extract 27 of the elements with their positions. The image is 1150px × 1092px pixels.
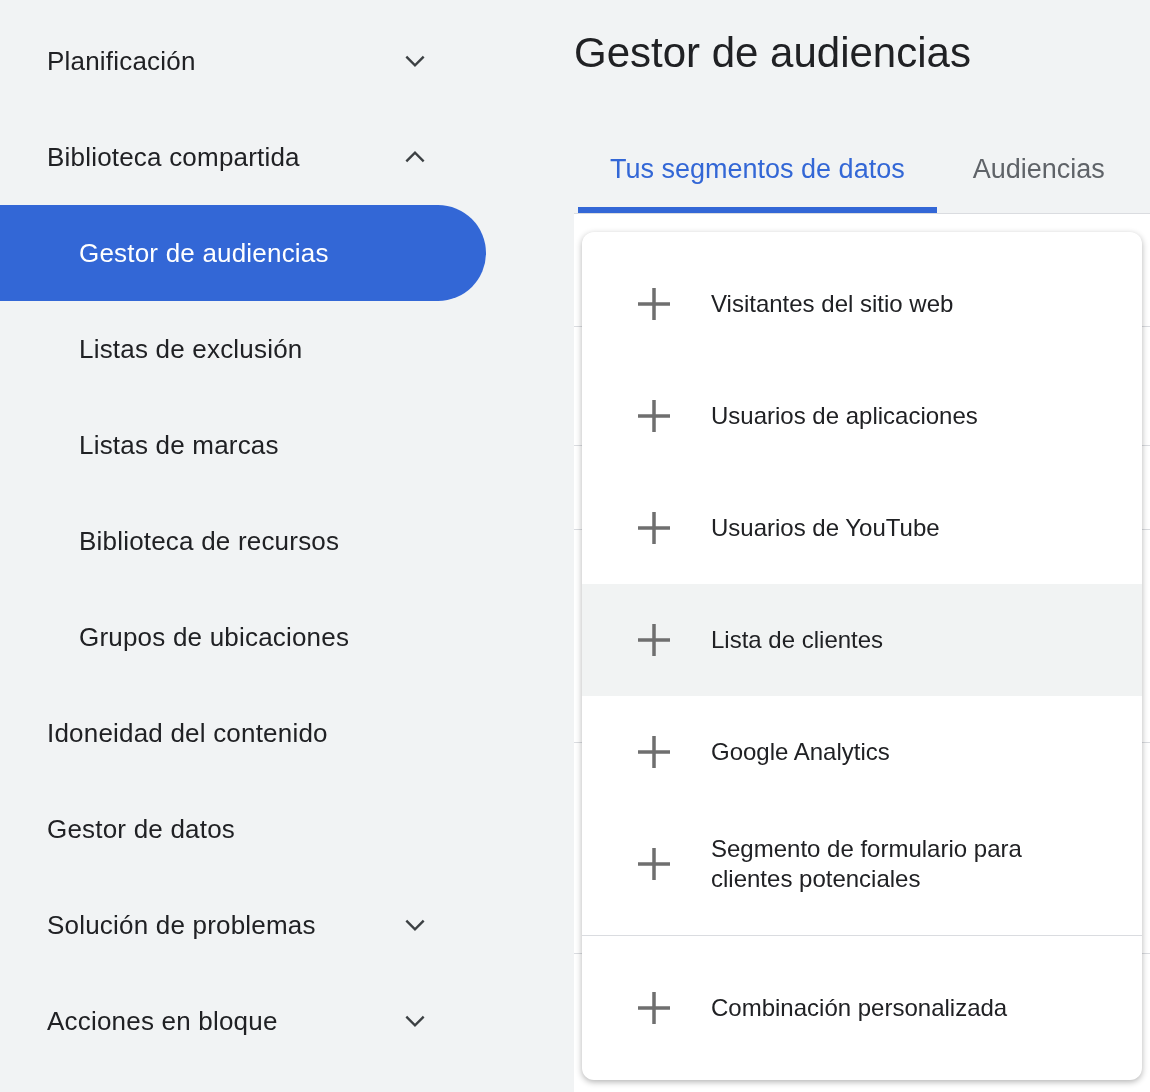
menu-item[interactable]: Segmento de formulario para clientes potenciales [582, 808, 1142, 920]
menu-item[interactable]: Usuarios de YouTube [582, 472, 1142, 584]
menu-item[interactable]: Usuarios de aplicaciones [582, 360, 1142, 472]
nav-item[interactable]: Biblioteca compartida [0, 109, 486, 205]
nav-item[interactable]: Acciones en bloque [0, 973, 486, 1069]
menu-item[interactable]: Google Analytics [582, 696, 1142, 808]
plus-icon [638, 736, 670, 768]
page-title: Gestor de audiencias [574, 28, 972, 70]
plus-icon [638, 288, 670, 320]
nav-item[interactable]: Gestor de datos [0, 781, 486, 877]
plus-icon [638, 512, 670, 544]
plus-icon [638, 400, 670, 432]
tab[interactable]: Audiencias [940, 132, 1137, 213]
nav-item[interactable]: Biblioteca de recursos [0, 493, 486, 589]
nav-item[interactable]: Idoneidad del contenido [0, 685, 486, 781]
menu-item[interactable]: Lista de clientes [582, 584, 1142, 696]
menu-item[interactable]: Combinación personalizada [582, 935, 1142, 1063]
nav-item[interactable]: Listas de exclusión [0, 301, 486, 397]
plus-icon [638, 991, 670, 1024]
nav-item[interactable]: Grupos de ubicaciones [0, 589, 486, 685]
plus-icon [638, 848, 670, 880]
nav-item[interactable]: Planificación [0, 13, 486, 109]
nav-item[interactable]: Listas de marcas [0, 397, 486, 493]
nav-item[interactable]: Solución de problemas [0, 877, 486, 973]
plus-icon [638, 624, 670, 656]
menu-item[interactable]: Visitantes del sitio web [582, 248, 1142, 360]
nav-item[interactable]: Gestor de audiencias [0, 205, 486, 301]
